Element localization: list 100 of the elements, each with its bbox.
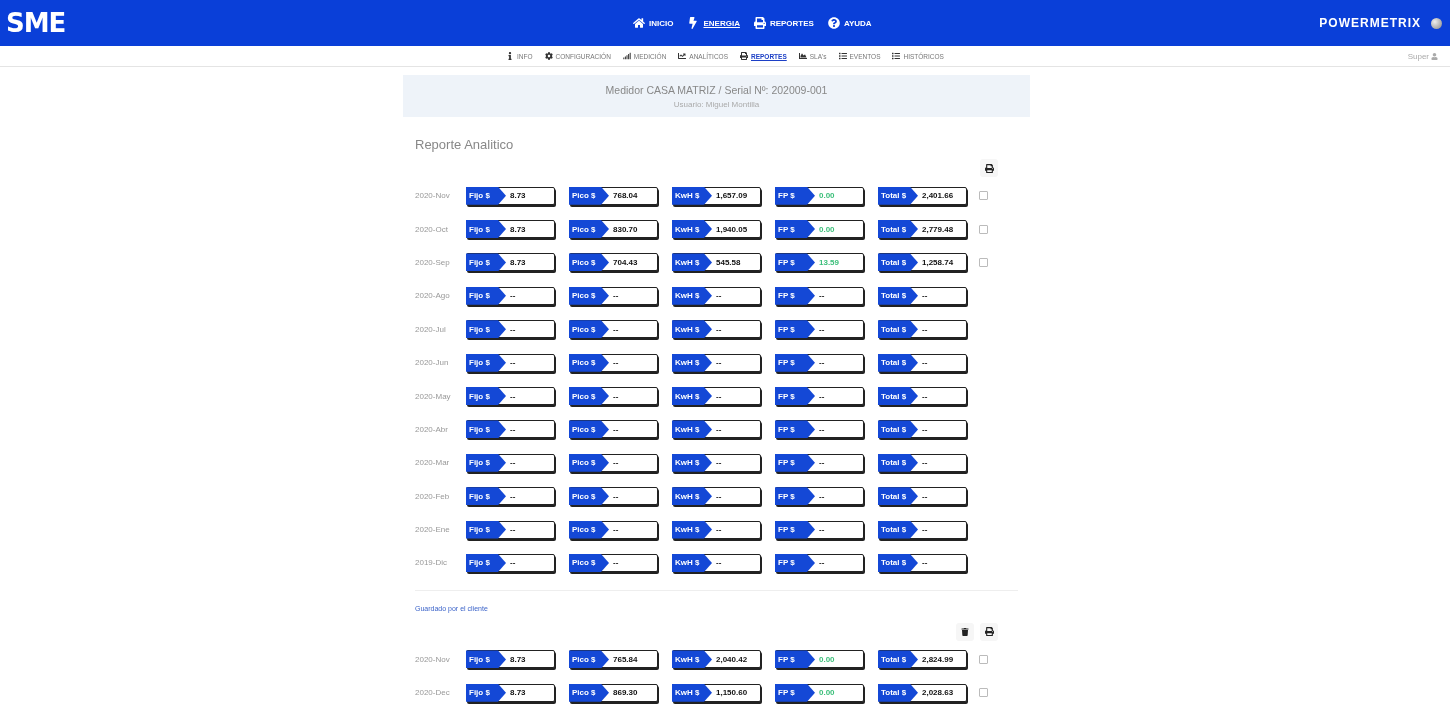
logo: SME xyxy=(6,8,66,38)
value-field: Pico $ -- xyxy=(569,487,658,506)
period-label: 2020-Ago xyxy=(415,291,451,301)
value-field: Total $ 2,401.66 xyxy=(878,186,967,205)
value-field: Total $ -- xyxy=(878,453,967,472)
value-field: Fijo $ -- xyxy=(466,520,555,539)
help-icon xyxy=(827,17,840,29)
value-field: Fijo $ 8.73 xyxy=(466,650,555,669)
checkbox[interactable] xyxy=(979,688,988,698)
value-field: FP $ 0.00 xyxy=(775,683,864,702)
value-field: KwH $ -- xyxy=(672,420,761,439)
value-field: Total $ -- xyxy=(878,320,967,339)
print-button[interactable] xyxy=(980,159,998,177)
value-field: Fijo $ 8.73 xyxy=(466,186,555,205)
value-field: Total $ -- xyxy=(878,420,967,439)
period-label: 2020-Nov xyxy=(415,191,451,201)
value-field: Fijo $ 8.73 xyxy=(466,220,555,239)
delete-button[interactable] xyxy=(956,622,974,641)
value-field: FP $ 13.59 xyxy=(775,253,864,272)
value-field: Fijo $ -- xyxy=(466,320,555,339)
value-field: Total $ 2,779.48 xyxy=(878,220,967,239)
period-label: 2020-Ene xyxy=(415,525,451,535)
nav-link[interactable]: AYUDA xyxy=(827,17,872,29)
checkbox[interactable] xyxy=(979,654,988,664)
period-label: 2020-Jun xyxy=(415,358,450,368)
list-icon xyxy=(838,52,847,60)
print-icon xyxy=(740,52,748,60)
print-button[interactable] xyxy=(980,622,998,641)
value-field: Pico $ -- xyxy=(569,554,658,572)
value-field: KwH $ 1,940.05 xyxy=(672,220,761,239)
home-icon xyxy=(633,17,645,29)
value-field: Fijo $ -- xyxy=(466,420,555,439)
value-field: FP $ -- xyxy=(775,487,864,506)
period-label: 2020-May xyxy=(415,391,452,401)
print-icon xyxy=(984,627,994,637)
value-field: FP $ -- xyxy=(775,387,864,406)
period-label: 2020-Mar xyxy=(415,458,451,468)
brand-name: POWERMETRIX xyxy=(1319,16,1421,30)
value-field: Total $ 1,258.74 xyxy=(878,253,967,272)
value-field: KwH $ 1,150.60 xyxy=(672,683,761,702)
user-icon xyxy=(1431,52,1438,60)
value-field: Pico $ -- xyxy=(569,420,658,439)
value-field: FP $ -- xyxy=(775,554,864,572)
value-field: KwH $ -- xyxy=(672,353,761,372)
value-field: Pico $ 704.43 xyxy=(569,253,658,272)
value-field: Pico $ -- xyxy=(569,353,658,372)
info-icon xyxy=(506,52,515,60)
value-field: FP $ 0.00 xyxy=(775,220,864,239)
value-field: FP $ -- xyxy=(775,353,864,372)
checkbox[interactable] xyxy=(979,191,988,201)
period-label: 2020-Nov xyxy=(415,654,451,664)
value-field: Total $ -- xyxy=(878,487,967,506)
print-icon xyxy=(984,163,994,173)
value-field: Pico $ -- xyxy=(569,286,658,305)
value-field: Fijo $ -- xyxy=(466,353,555,372)
value-field: Fijo $ 8.73 xyxy=(466,683,555,702)
value-field: Total $ -- xyxy=(878,520,967,539)
bar-chart-icon xyxy=(622,52,631,60)
checkbox[interactable] xyxy=(979,257,988,267)
value-field: KwH $ -- xyxy=(672,286,761,305)
value-field: Fijo $ -- xyxy=(466,554,555,572)
value-field: KwH $ -- xyxy=(672,320,761,339)
value-field: Total $ -- xyxy=(878,387,967,406)
value-field: Fijo $ -- xyxy=(466,453,555,472)
value-field: Pico $ -- xyxy=(569,453,658,472)
period-label: 2020-Abr xyxy=(415,424,449,434)
period-label: 2020-Sep xyxy=(415,257,451,267)
nav-link[interactable]: ENERGIA xyxy=(687,17,740,29)
value-field: Total $ -- xyxy=(878,554,967,572)
meter-title: Medidor CASA MATRIZ / Serial Nº: 202009-001 xyxy=(605,83,828,96)
value-field: KwH $ -- xyxy=(672,487,761,506)
value-field: Fijo $ 8.73 xyxy=(466,253,555,272)
value-field: KwH $ -- xyxy=(672,520,761,539)
value-field: Total $ 2,824.99 xyxy=(878,650,967,669)
settings-icon xyxy=(544,52,553,60)
value-field: Pico $ 768.04 xyxy=(569,186,658,205)
nav-link[interactable]: REPORTES xyxy=(753,17,814,29)
value-field: FP $ 0.00 xyxy=(775,650,864,669)
value-field: KwH $ -- xyxy=(672,554,761,572)
value-field: Pico $ -- xyxy=(569,520,658,539)
nav-link[interactable]: INICIO xyxy=(633,17,674,29)
value-field: KwH $ -- xyxy=(672,387,761,406)
line-chart-icon xyxy=(678,52,687,60)
value-field: Total $ -- xyxy=(878,286,967,305)
value-field: KwH $ 545.58 xyxy=(672,253,761,272)
value-field: Fijo $ -- xyxy=(466,487,555,506)
period-label: 2020-Feb xyxy=(415,491,451,501)
globe-icon[interactable] xyxy=(1431,17,1442,29)
period-label: 2020-Dec xyxy=(415,688,451,698)
value-field: KwH $ -- xyxy=(672,453,761,472)
value-field: Pico $ 830.70 xyxy=(569,220,658,239)
value-field: Pico $ -- xyxy=(569,387,658,406)
period-label: 2020-Oct xyxy=(415,224,449,234)
checkbox[interactable] xyxy=(979,224,988,234)
value-field: Pico $ 765.84 xyxy=(569,650,658,669)
value-field: Total $ -- xyxy=(878,353,967,372)
value-field: FP $ -- xyxy=(775,286,864,305)
value-field: Fijo $ -- xyxy=(466,286,555,305)
value-field: FP $ -- xyxy=(775,453,864,472)
value-field: Fijo $ -- xyxy=(466,387,555,406)
